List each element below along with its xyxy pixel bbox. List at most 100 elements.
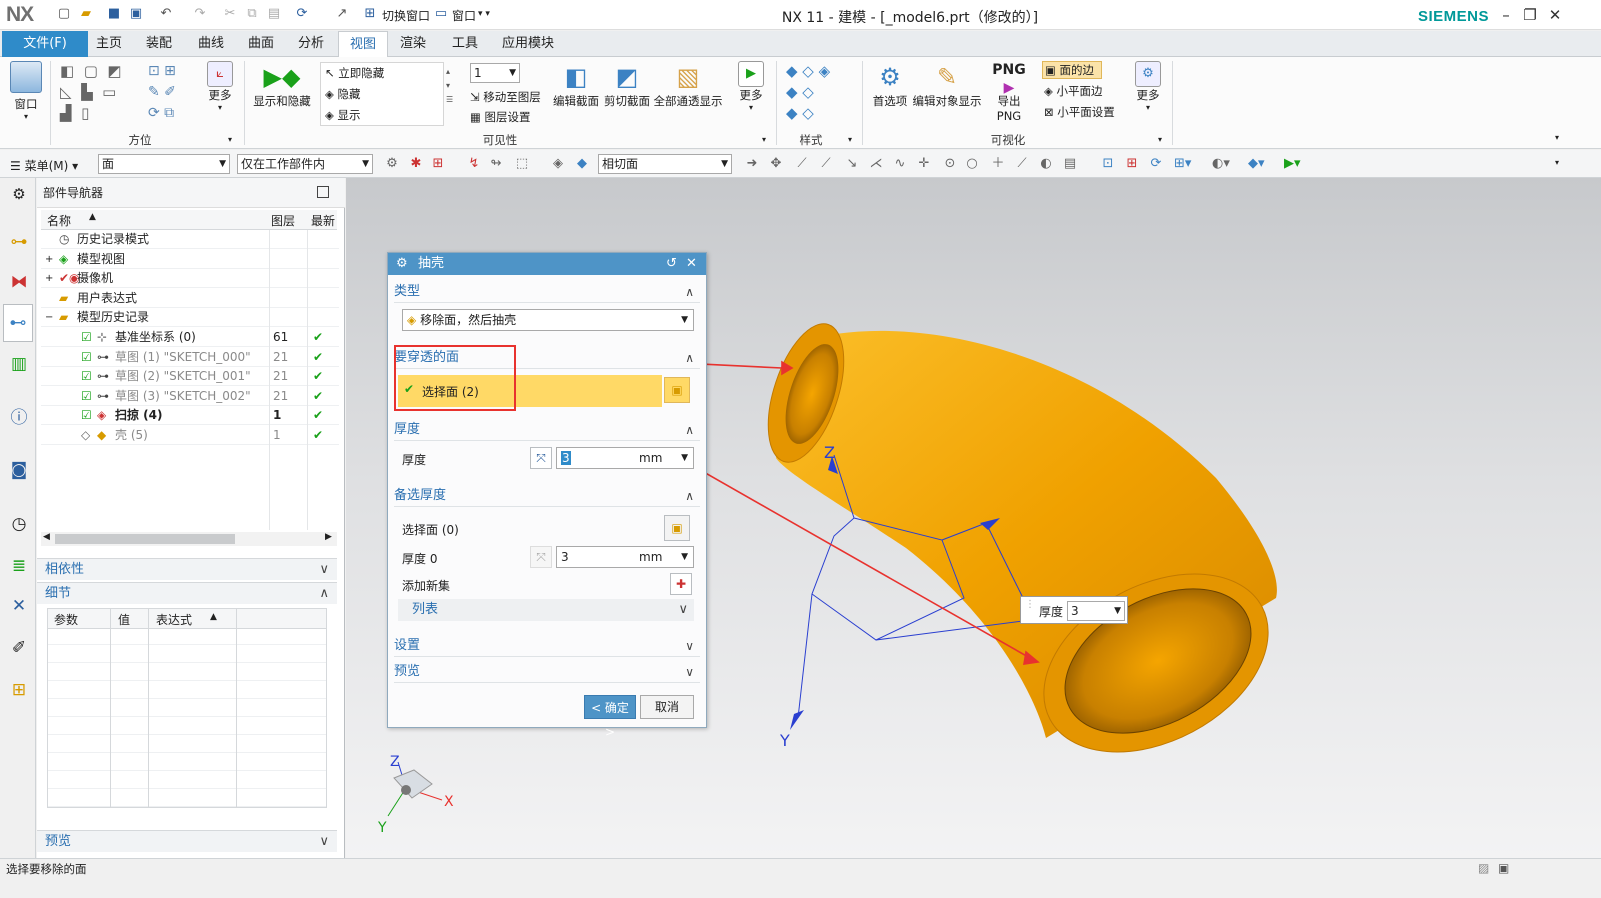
- dependencies-section[interactable]: 相依性 ∨: [37, 558, 337, 580]
- alt-select-faces-button[interactable]: ▣: [664, 515, 690, 541]
- menu-button[interactable]: ☰ 菜单(M) ▾: [10, 157, 78, 174]
- immediate-hide-button[interactable]: ↖ 立即隐藏: [325, 65, 384, 81]
- tree-row[interactable]: ☑ ⊶ 草图 (1) "SKETCH_000" 21 ✔: [41, 348, 339, 367]
- open-folder-icon[interactable]: ▰: [78, 6, 94, 22]
- preferences-button[interactable]: ⚙ 首选项: [868, 61, 912, 109]
- undo-icon[interactable]: ↶: [158, 6, 174, 22]
- save-all-icon[interactable]: ▣: [128, 6, 144, 22]
- drag-grip-icon[interactable]: ⋮: [1025, 599, 1035, 610]
- gallery-scroll-icon[interactable]: ▴ ▾ ☰: [446, 65, 453, 107]
- snap-arc-icon[interactable]: ↘: [844, 156, 860, 172]
- paste-icon[interactable]: ▤: [266, 6, 282, 22]
- thickness-section-header[interactable]: 厚度 ∧: [394, 419, 700, 441]
- render-style-icons[interactable]: ◆ ◇ ◈ ◆ ◇ ◆ ◇: [786, 61, 856, 125]
- touch-mode-icon[interactable]: ↗: [334, 6, 350, 22]
- show-button[interactable]: ◈ 显示: [325, 107, 361, 123]
- preview-section-header[interactable]: 预览 ∨: [394, 661, 700, 683]
- snap-bounded-icon[interactable]: ▤: [1062, 156, 1078, 172]
- select-pull-icon[interactable]: ↬: [488, 156, 504, 172]
- select-face-icon[interactable]: ◆: [574, 156, 590, 172]
- thickness-input[interactable]: 3 mm ▼: [556, 447, 694, 469]
- select-faces-button[interactable]: ▣: [664, 377, 690, 403]
- redo-icon[interactable]: ↷: [192, 6, 208, 22]
- select-feature-icon[interactable]: ↯: [466, 156, 482, 172]
- maximize-navigator-icon[interactable]: [317, 186, 329, 198]
- snap-center-icon[interactable]: ⊙: [942, 156, 958, 172]
- switch-window-icon[interactable]: ⊞: [362, 6, 378, 22]
- cmdbar-options-chevron-icon[interactable]: ▾: [1555, 158, 1559, 167]
- preview-section[interactable]: 预览 ∨: [37, 830, 337, 852]
- copy-icon[interactable]: ⧉: [244, 6, 260, 22]
- tree-row[interactable]: ☑ ⊶ 草图 (3) "SKETCH_002" 21 ✔: [41, 387, 339, 406]
- face-edges-toggle[interactable]: ▣ 面的边: [1042, 61, 1102, 79]
- snap-point-icon[interactable]: ＋: [990, 156, 1006, 172]
- snap-on-curve-icon[interactable]: ⟋: [1014, 156, 1030, 172]
- part-navigator-icon[interactable]: ⊷: [3, 304, 33, 342]
- show-hide-button[interactable]: ▶◆ 显示和隐藏: [250, 61, 314, 109]
- roles-icon[interactable]: ✐: [7, 636, 31, 660]
- ok-button[interactable]: < 确定 >: [584, 695, 636, 739]
- hide-button[interactable]: ◈ 隐藏: [325, 86, 361, 102]
- reset-dialog-icon[interactable]: ↺: [666, 256, 677, 271]
- zoom-view-icons[interactable]: ⊡ ⊞ ✎ ✐ ⟳ ⧉: [148, 61, 198, 125]
- window-icon[interactable]: ▭: [433, 6, 449, 22]
- tree-row[interactable]: ☑ ◈ 扫掠 (4) 1 ✔: [41, 406, 339, 426]
- type-filter-select[interactable]: 面 ▼: [98, 154, 230, 174]
- add-new-set-button[interactable]: ✚: [670, 573, 692, 595]
- thickness-callout-field[interactable]: 3 ▼: [1067, 601, 1125, 621]
- column-latest[interactable]: 最新: [311, 212, 335, 229]
- export-png-button[interactable]: PNG ▶ 导出 PNG: [984, 61, 1034, 123]
- window-menu-chevron-icon[interactable]: ▾ ▾: [478, 9, 490, 19]
- system-scene-icon[interactable]: ⊞: [7, 678, 31, 702]
- render-style-icon[interactable]: ◐▾: [1212, 156, 1230, 172]
- snap-on-face-icon[interactable]: ◐: [1038, 156, 1054, 172]
- face-rule-select[interactable]: 相切面 ▼: [598, 154, 732, 174]
- switch-window-button[interactable]: 切换窗口: [382, 7, 430, 24]
- close-icon[interactable]: ✕: [1545, 5, 1565, 25]
- process-studio-icon[interactable]: ≣: [7, 554, 31, 578]
- clip-section-button[interactable]: ◩ 剪切截面: [602, 61, 652, 109]
- ribbon-options-chevron-icon[interactable]: ▾: [1555, 133, 1559, 142]
- snap-curve-icon[interactable]: ∿: [892, 156, 908, 172]
- checkbox-icon[interactable]: ☑: [81, 328, 92, 347]
- minimize-icon[interactable]: –: [1496, 5, 1516, 25]
- constraint-navigator-icon[interactable]: ⧓: [7, 270, 31, 294]
- tab-assembly[interactable]: 装配: [138, 31, 180, 57]
- snap-line-icon[interactable]: ⟋: [794, 156, 810, 172]
- column-expression[interactable]: 表达式: [156, 611, 192, 628]
- alt-thickness-section-header[interactable]: 备选厚度 ∧: [394, 485, 700, 507]
- column-name[interactable]: 名称: [47, 212, 71, 229]
- alt-formula-icon[interactable]: ⤧: [530, 546, 552, 568]
- orient-view-icon[interactable]: ⊞▾: [1174, 156, 1191, 172]
- hd3d-tools-icon[interactable]: ⓘ: [7, 406, 31, 430]
- tree-row[interactable]: + ✔◉ 摄像机: [41, 269, 339, 289]
- dialog-gear-icon[interactable]: ⚙: [396, 256, 408, 271]
- alt-select-faces-label[interactable]: 选择面 (0): [402, 521, 459, 538]
- shell-type-select[interactable]: ◈ 移除面，然后抽壳 ▼: [402, 309, 694, 331]
- new-file-icon[interactable]: ▢: [56, 6, 72, 22]
- scroll-right-icon[interactable]: ▶: [325, 532, 332, 542]
- more-orient-button[interactable]: ⟀ 更多 ▾: [202, 61, 238, 112]
- tab-surface[interactable]: 曲面: [240, 31, 282, 57]
- checkbox-icon[interactable]: ☑: [81, 348, 92, 367]
- repeat-command-icon[interactable]: ⟳: [294, 6, 310, 22]
- status-icon-b[interactable]: ▣: [1498, 861, 1509, 875]
- restore-icon[interactable]: ❐: [1520, 5, 1540, 25]
- general-selection-icon[interactable]: ⚙: [384, 156, 400, 172]
- column-value[interactable]: 值: [118, 611, 130, 628]
- tree-row[interactable]: ▰ 用户表达式: [41, 289, 339, 308]
- snap-midpoint-icon[interactable]: ⟋: [818, 156, 834, 172]
- list-section-header[interactable]: 列表 ∨: [398, 599, 694, 621]
- cancel-button[interactable]: 取消: [640, 695, 694, 719]
- selection-scope-select[interactable]: 仅在工作部件内 ▼: [237, 154, 373, 174]
- close-dialog-icon[interactable]: ✕: [686, 256, 697, 271]
- expand-node-icon[interactable]: +: [45, 250, 53, 269]
- snap-endpoint-icon[interactable]: ✥: [768, 156, 784, 172]
- history-icon[interactable]: ◷: [7, 512, 31, 536]
- tab-home[interactable]: 主页: [88, 31, 130, 57]
- visibility-group-chevron-icon[interactable]: ▾: [762, 135, 766, 144]
- small-facet-edges-button[interactable]: ◈ 小平面边: [1044, 83, 1103, 99]
- style-group-chevron-icon[interactable]: ▾: [848, 135, 852, 144]
- edit-object-display-button[interactable]: ✎ 编辑对象显示: [912, 61, 982, 109]
- filter-reset-icon[interactable]: ✱: [408, 156, 424, 172]
